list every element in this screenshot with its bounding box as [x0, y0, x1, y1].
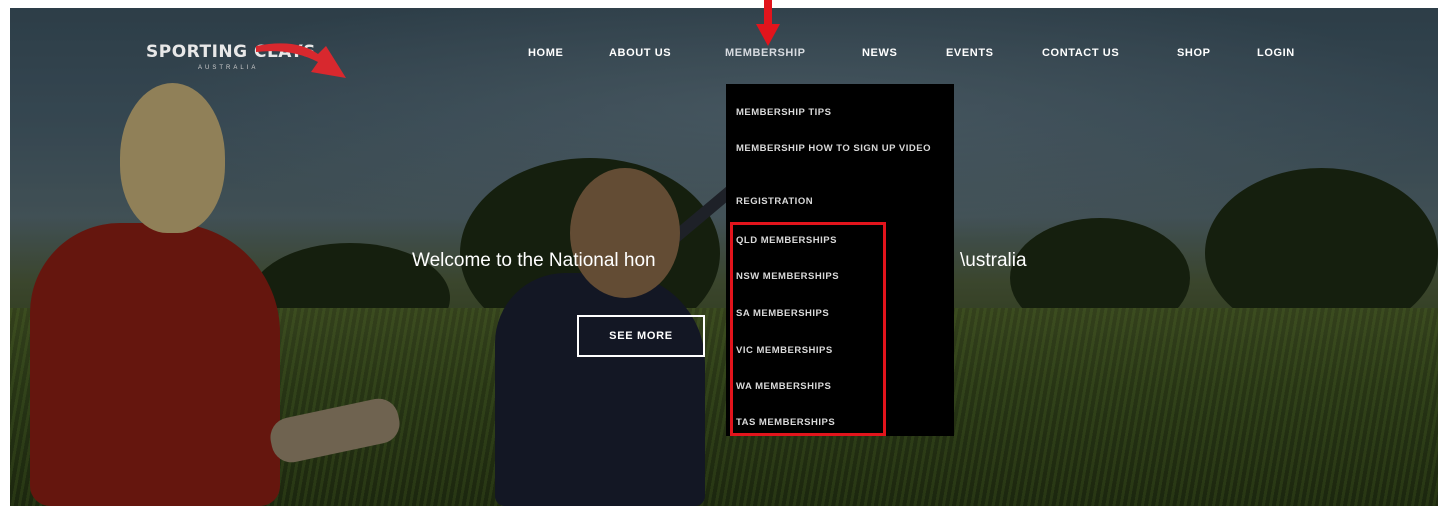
see-more-button[interactable]: SEE MORE: [577, 315, 705, 357]
main-nav: HOME ABOUT US MEMBERSHIP NEWS EVENTS CON…: [0, 47, 1428, 67]
annotation-arrow-icon: [756, 0, 780, 46]
dropdown-item-membership-tips[interactable]: MEMBERSHIP TIPS: [736, 106, 936, 120]
nav-events[interactable]: EVENTS: [946, 47, 994, 59]
nav-news[interactable]: NEWS: [862, 47, 897, 59]
nav-home[interactable]: HOME: [528, 47, 563, 59]
nav-shop[interactable]: SHOP: [1177, 47, 1211, 59]
hero-welcome-text: Welcome to the National hon: [412, 250, 656, 271]
nav-contact-us[interactable]: CONTACT US: [1042, 47, 1119, 59]
annotation-highlight-box: [730, 222, 886, 436]
hero-welcome-text-end: \ustralia: [960, 250, 1027, 271]
nav-membership[interactable]: MEMBERSHIP: [725, 47, 806, 59]
dropdown-item-how-to-sign-up-video[interactable]: MEMBERSHIP HOW TO SIGN UP VIDEO: [736, 142, 936, 156]
nav-about-us[interactable]: ABOUT US: [609, 47, 671, 59]
nav-login[interactable]: LOGIN: [1257, 47, 1295, 59]
dropdown-item-registration[interactable]: REGISTRATION: [736, 195, 936, 209]
